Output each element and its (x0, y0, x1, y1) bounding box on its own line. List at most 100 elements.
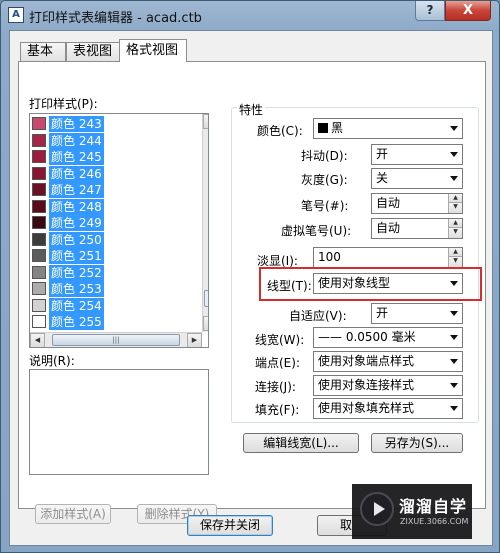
list-item[interactable]: 颜色 253 (30, 281, 202, 297)
pen-number-spinner[interactable]: 自动 ▲ ▼ (371, 193, 463, 214)
scroll-left-icon[interactable]: ◀ (30, 333, 45, 347)
list-item-label: 颜色 253 (49, 281, 104, 297)
list-item[interactable]: 颜色 249 (30, 215, 202, 231)
list-item[interactable]: 颜色 255 (30, 314, 202, 330)
properties-group-title: 特性 (237, 101, 266, 118)
dialog-window: A 打印样式表编辑器 - acad.ctb ? X 基本 表视图 格式视图 打印… (0, 0, 500, 553)
edit-lineweight-button[interactable]: 编辑线宽(L)... (243, 433, 359, 453)
scroll-thumb-vertical[interactable] (204, 290, 208, 307)
description-textbox[interactable] (29, 369, 209, 475)
print-styles-label: 打印样式(P): (29, 97, 98, 111)
line-join-label: 连接(J): (255, 380, 296, 394)
color-swatch-icon (32, 232, 46, 246)
list-item[interactable]: 颜色 244 (30, 132, 202, 149)
list-item-label: 颜色 246 (49, 165, 104, 182)
fill-dropdown[interactable]: 使用对象填充样式 (313, 398, 463, 419)
list-item-label: 颜色 250 (49, 231, 104, 248)
color-swatch-icon (32, 117, 46, 130)
chevron-down-icon (450, 176, 458, 181)
chevron-down-icon (450, 383, 458, 388)
chevron-down-icon (450, 406, 458, 411)
fill-value: 使用对象填充样式 (318, 401, 415, 415)
line-end-dropdown[interactable]: 使用对象端点样式 (313, 351, 463, 372)
form-view-panel: 打印样式(P): 颜色 243 颜色 244 颜色 245 颜色 246 颜色 247 颜… (18, 61, 486, 524)
chevron-down-icon (450, 335, 458, 340)
list-item[interactable]: 颜色 250 (30, 231, 202, 248)
print-styles-list[interactable]: 颜色 243 颜色 244 颜色 245 颜色 246 颜色 247 颜色 248 颜色 2… (29, 113, 209, 348)
grayscale-label: 灰度(G): (301, 173, 348, 187)
list-item[interactable]: 颜色 243 (30, 116, 202, 132)
pen-number-value: 自动 (376, 196, 401, 210)
fill-label: 填充(F): (255, 403, 300, 417)
line-join-dropdown[interactable]: 使用对象连接样式 (313, 375, 463, 396)
list-item-label: 颜色 255 (49, 314, 104, 330)
color-swatch-icon (32, 183, 46, 196)
dither-label: 抖动(D): (301, 149, 348, 163)
linetype-dropdown[interactable]: 使用对象线型 (313, 273, 463, 294)
spin-up-icon[interactable]: ▲ (448, 194, 462, 203)
title-bar[interactable]: A 打印样式表编辑器 - acad.ctb ? X (1, 1, 499, 29)
adaptive-label: 自适应(V): (289, 309, 347, 323)
list-item[interactable]: 颜色 251 (30, 248, 202, 264)
tab-general[interactable]: 基本 (20, 42, 66, 61)
linetype-value: 使用对象线型 (318, 276, 391, 290)
help-button[interactable]: ? (415, 1, 445, 21)
list-item[interactable]: 颜色 254 (30, 297, 202, 314)
color-swatch-icon (32, 133, 46, 147)
color-label: 颜色(C): (257, 124, 303, 138)
virtual-pen-value: 自动 (376, 221, 401, 235)
add-style-button[interactable]: 添加样式(A) (35, 504, 111, 524)
tab-form-view[interactable]: 格式视图 (119, 39, 187, 62)
virtual-pen-label: 虚拟笔号(U): (281, 224, 352, 238)
description-label: 说明(R): (29, 354, 75, 368)
list-item[interactable]: 颜色 245 (30, 149, 202, 165)
watermark-subtitle: ZIXUE.3066.COM (400, 517, 469, 526)
lineweight-label: 线宽(W): (255, 333, 305, 347)
color-value: 黑 (331, 121, 344, 135)
save-as-button[interactable]: 另存为(S)... (371, 433, 463, 453)
save-and-close-button[interactable]: 保存并关闭 (187, 515, 273, 536)
chevron-down-icon (450, 281, 458, 286)
list-item-label: 颜色 243 (49, 116, 104, 132)
scroll-down-icon[interactable]: ▼ (203, 316, 208, 331)
color-swatch-icon (32, 199, 46, 213)
dither-dropdown[interactable]: 开 (371, 144, 463, 165)
close-button[interactable]: X (445, 1, 491, 21)
list-horizontal-scrollbar[interactable]: ◀ ||| ▶ (30, 332, 202, 347)
color-swatch-icon (32, 216, 46, 229)
list-item-label: 颜色 251 (49, 248, 104, 264)
watermark-title: 溜溜自学 (399, 497, 468, 516)
lineweight-dropdown[interactable]: —— 0.0500 毫米 (313, 327, 463, 348)
scroll-right-icon[interactable]: ▶ (187, 333, 202, 347)
list-item[interactable]: 颜色 246 (30, 165, 202, 182)
color-swatch-icon (32, 315, 46, 328)
color-swatch-icon (32, 249, 46, 262)
color-swatch-icon (32, 265, 46, 279)
virtual-pen-spinner[interactable]: 自动 ▲ ▼ (371, 218, 463, 239)
adaptive-dropdown[interactable]: 开 (371, 303, 463, 324)
tab-table-view[interactable]: 表视图 (66, 42, 122, 61)
list-vertical-scrollbar[interactable]: ▲ ▼ (202, 114, 208, 332)
scroll-up-icon[interactable]: ▲ (203, 114, 208, 129)
adaptive-value: 开 (376, 306, 389, 320)
grayscale-dropdown[interactable]: 关 (371, 168, 463, 189)
chevron-down-icon (450, 311, 458, 316)
spin-up-icon[interactable]: ▲ (448, 248, 462, 257)
list-item[interactable]: 颜色 248 (30, 198, 202, 215)
scroll-thumb-horizontal[interactable]: ||| (52, 334, 180, 346)
spin-down-icon[interactable]: ▼ (448, 257, 462, 267)
linetype-label: 线型(T): (267, 279, 312, 293)
list-item-label: 颜色 249 (49, 215, 104, 231)
window-title: 打印样式表编辑器 - acad.ctb (29, 11, 202, 26)
list-item[interactable]: 颜色 247 (30, 182, 202, 198)
spin-down-icon[interactable]: ▼ (448, 203, 462, 213)
list-item[interactable]: 颜色 252 (30, 264, 202, 281)
spin-down-icon[interactable]: ▼ (448, 228, 462, 238)
screening-spinner[interactable]: 100 ▲ ▼ (313, 247, 463, 268)
list-item-label: 颜色 248 (49, 198, 104, 215)
spin-up-icon[interactable]: ▲ (448, 219, 462, 228)
chevron-down-icon (450, 359, 458, 364)
lineweight-value: —— 0.0500 毫米 (318, 330, 416, 344)
list-item-label: 颜色 245 (49, 149, 104, 165)
color-dropdown[interactable]: 黑 (313, 118, 463, 139)
